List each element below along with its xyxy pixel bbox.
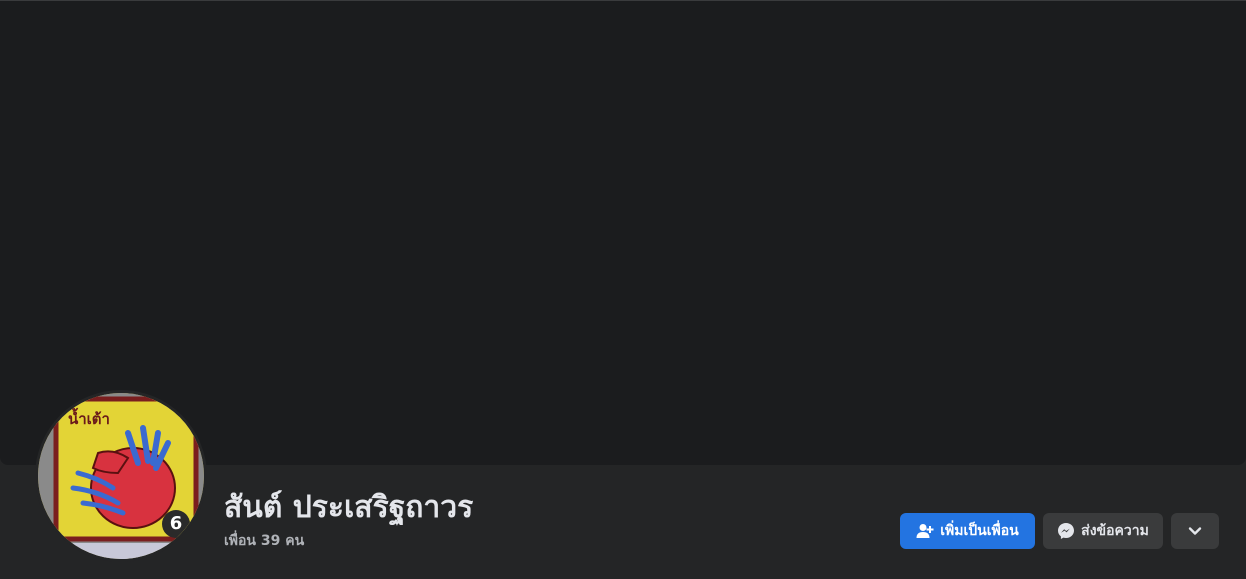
add-friend-label: เพิ่มเป็นเพื่อน <box>940 523 1019 539</box>
messenger-icon <box>1057 522 1075 540</box>
friends-count[interactable]: เพื่อน 39 คน <box>224 530 304 552</box>
avatar: น้ำเต้า 6 <box>38 393 204 559</box>
avatar-label: น้ำเต้า <box>68 410 110 428</box>
avatar-number: 6 <box>162 510 190 538</box>
profile-page: น้ำเต้า 6 สันต์ ประเสริฐถาวร เพื่อน 39 ค… <box>0 0 1246 579</box>
profile-picture[interactable]: น้ำเต้า 6 <box>35 390 207 562</box>
chevron-down-icon <box>1188 526 1202 536</box>
message-button[interactable]: ส่งข้อความ <box>1043 513 1163 549</box>
profile-name[interactable]: สันต์ ประเสริฐถาวร <box>224 484 473 531</box>
message-label: ส่งข้อความ <box>1081 523 1149 539</box>
more-options-button[interactable] <box>1171 513 1219 549</box>
add-friend-icon <box>916 523 934 539</box>
add-friend-button[interactable]: เพิ่มเป็นเพื่อน <box>900 513 1035 549</box>
cover-photo[interactable] <box>0 0 1246 465</box>
